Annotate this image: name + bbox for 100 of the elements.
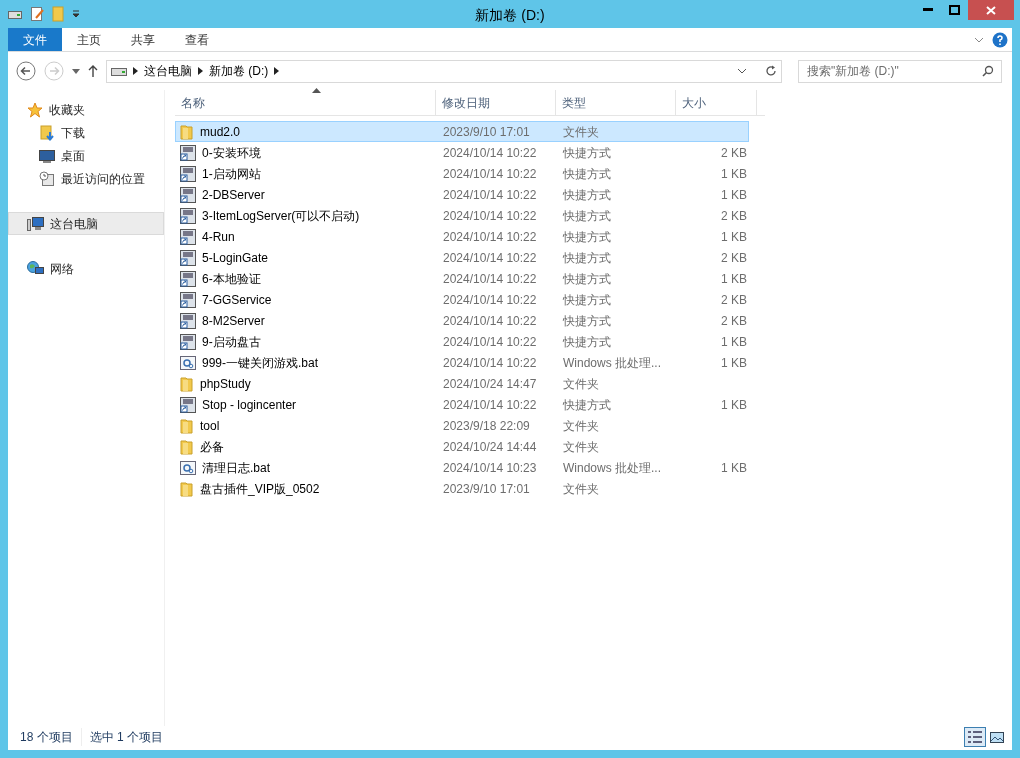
column-header[interactable]: 修改日期 [436,90,556,116]
refresh-icon[interactable] [765,65,777,77]
file-row[interactable]: 必备 2024/10/24 14:44 文件夹 [175,436,749,457]
chevron-down-icon[interactable] [974,36,984,43]
size-cell-text: 2 KB [720,249,747,267]
shortcut-icon [180,312,196,329]
file-name: 3-ItemLogServer(可以不启动) [202,207,360,225]
sidebar-item[interactable]: 收藏夹 [8,98,164,121]
file-name: 0-安装环境 [202,144,261,162]
item-count: 18 个项目 [20,728,82,746]
file-row[interactable]: tool 2023/9/18 22:09 文件夹 [175,415,749,436]
type-cell-text: Windows 批处理... [562,459,662,477]
size-cell-text: 2 KB [720,312,747,330]
type-cell-text: 文件夹 [562,417,600,435]
type-cell-text: 快捷方式 [562,396,612,414]
folder-icon [180,123,194,140]
file-name: 5-LoginGate [202,249,269,267]
picture-icon [990,731,1004,743]
shortcut-icon [180,186,196,203]
file-row[interactable]: 清理日志.bat 2024/10/14 10:23 Windows 批处理... 1 KB [175,457,749,478]
file-name: 8-M2Server [202,312,265,330]
type-cell-text: 快捷方式 [562,270,612,288]
chevron-right-icon[interactable] [133,67,138,75]
date-cell-text: 2023/9/18 22:09 [442,417,531,435]
shortcut-icon [180,249,196,266]
dropdown-icon[interactable] [72,10,80,18]
desktop-icon [39,148,55,163]
properties-icon[interactable] [30,6,44,22]
batch-file-icon [180,459,196,476]
chevron-down-icon[interactable] [737,68,747,74]
file-name: phpStudy [200,375,251,393]
date-cell-text: 2024/10/24 14:47 [442,375,538,393]
ribbon-tab[interactable]: 主页 [62,28,116,51]
type-cell-text: 快捷方式 [562,291,612,309]
type-cell-text: 快捷方式 [562,144,612,162]
file-row[interactable]: 4-Run 2024/10/14 10:22 快捷方式 1 KB [175,226,749,247]
file-row[interactable]: mud2.0 2023/9/10 17:01 文件夹 [175,121,749,142]
date-cell-text: 2024/10/14 10:22 [442,312,538,330]
sidebar-item[interactable]: 这台电脑 [8,212,164,235]
size-cell-text: 2 KB [720,291,747,309]
type-cell-text: 快捷方式 [562,249,612,267]
drive-icon [111,66,127,76]
type-cell-text: 快捷方式 [562,186,612,204]
file-row[interactable]: 6-本地验证 2024/10/14 10:22 快捷方式 1 KB [175,268,749,289]
details-view-button[interactable] [964,727,986,747]
file-row[interactable]: Stop - logincenter 2024/10/14 10:22 快捷方式 1 KB [175,394,749,415]
up-arrow-icon[interactable] [88,65,98,77]
date-cell-text: 2024/10/14 10:22 [442,354,538,372]
type-cell-text: 文件夹 [562,123,600,141]
details-list-icon [968,731,982,743]
chevron-right-icon[interactable] [274,67,280,75]
file-row[interactable]: 5-LoginGate 2024/10/14 10:22 快捷方式 2 KB [175,247,749,268]
sidebar-item[interactable]: 网络 [8,257,164,280]
star-icon [27,101,43,118]
file-row[interactable]: 3-ItemLogServer(可以不启动) 2024/10/14 10:22 快捷方式 2 KB [175,205,749,226]
ribbon-tab[interactable]: 文件 [8,28,62,51]
drive-icon[interactable] [8,9,22,19]
size-cell-text: 1 KB [720,333,747,351]
type-cell-text: 快捷方式 [562,207,612,225]
file-row[interactable]: 7-GGService 2024/10/14 10:22 快捷方式 2 KB [175,289,749,310]
date-cell-text: 2024/10/14 10:22 [442,270,538,288]
shortcut-icon [180,228,196,245]
file-name: tool [200,417,220,435]
date-cell-text: 2023/9/10 17:01 [442,123,531,141]
file-row[interactable]: 8-M2Server 2024/10/14 10:22 快捷方式 2 KB [175,310,749,331]
column-header[interactable]: 类型 [556,90,676,116]
file-name: 7-GGService [202,291,272,309]
sidebar-item[interactable]: 下载 [8,121,164,144]
column-header[interactable]: 大小 [676,90,757,116]
file-row[interactable]: 1-启动网站 2024/10/14 10:22 快捷方式 1 KB [175,163,749,184]
file-row[interactable]: 2-DBServer 2024/10/14 10:22 快捷方式 1 KB [175,184,749,205]
size-cell-text: 1 KB [720,270,747,288]
sidebar-item[interactable]: 桌面 [8,144,164,167]
close-button[interactable] [968,0,1014,20]
file-row[interactable]: 盘古插件_VIP版_0502 2023/9/10 17:01 文件夹 [175,478,749,499]
breadcrumb[interactable]: 这台电脑 [144,62,192,80]
type-cell-text: 文件夹 [562,438,600,456]
help-icon[interactable] [992,31,1008,48]
date-cell-text: 2024/10/24 14:44 [442,438,538,456]
folder-icon [180,375,194,392]
back-icon[interactable] [16,61,36,81]
size-cell-text: 1 KB [720,459,747,477]
file-row[interactable]: phpStudy 2024/10/24 14:47 文件夹 [175,373,749,394]
address-bar[interactable]: 这台电脑 新加卷 (D:) [106,59,782,83]
file-row[interactable]: 999-一键关闭游戏.bat 2024/10/14 10:22 Windows 批处理... 1 KB [175,352,749,373]
column-header[interactable]: 名称 [175,90,436,116]
sidebar-item[interactable]: 最近访问的位置 [8,167,164,190]
dropdown-icon[interactable] [72,68,80,74]
date-cell-text: 2024/10/14 10:22 [442,186,538,204]
shortcut-icon [180,333,196,350]
file-name: 必备 [200,438,224,456]
file-row[interactable]: 9-启动盘古 2024/10/14 10:22 快捷方式 1 KB [175,331,749,352]
file-name: 盘古插件_VIP版_0502 [200,480,320,498]
breadcrumb[interactable]: 新加卷 (D:) [209,62,269,80]
file-row[interactable]: 0-安装环境 2024/10/14 10:22 快捷方式 2 KB [175,142,749,163]
ribbon-tab[interactable]: 共享 [116,28,170,51]
search-field[interactable]: 搜索"新加卷 (D:)" [798,59,1002,83]
chevron-right-icon[interactable] [198,67,203,75]
ribbon-tab[interactable]: 查看 [170,28,224,51]
folder-icon [180,438,194,455]
